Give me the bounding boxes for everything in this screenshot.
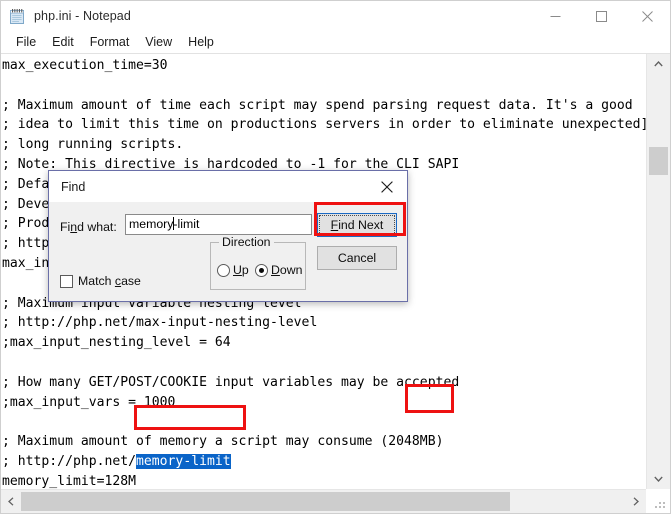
maximize-icon[interactable] <box>578 1 624 31</box>
chevron-left-icon[interactable] <box>1 490 21 513</box>
find-dialog-title: Find <box>61 179 86 194</box>
horizontal-scrollbar-thumb[interactable] <box>21 492 510 511</box>
find-dialog-body: Find what: memory-limit Find Next Cancel… <box>49 202 407 301</box>
horizontal-scrollbar[interactable] <box>1 489 646 513</box>
direction-groupbox: Direction Up Down <box>210 235 306 290</box>
vertical-scrollbar-thumb[interactable] <box>649 147 668 175</box>
chevron-right-icon[interactable] <box>626 490 646 513</box>
selection-prefix: ; http://php.net/ <box>2 453 137 469</box>
find-next-button[interactable]: Find Next <box>317 213 397 237</box>
title-bar: php.ini - Notepad <box>1 1 670 31</box>
menu-item-file[interactable]: File <box>8 33 44 51</box>
direction-down-label: Down <box>271 263 303 277</box>
code-line: ; How many GET/POST/COOKIE input variabl… <box>2 374 460 390</box>
focus-ring <box>319 215 395 235</box>
find-what-value-after-caret: -limit <box>173 217 200 231</box>
code-line: max_execution_time=30 <box>2 58 168 73</box>
code-line: ; Maximum amount of memory a script may … <box>2 434 444 450</box>
window-title: php.ini - Notepad <box>34 9 131 23</box>
notepad-window: php.ini - Notepad File Edit Format View … <box>0 0 671 514</box>
menu-bar: File Edit Format View Help <box>1 31 670 53</box>
close-icon[interactable] <box>367 172 407 202</box>
code-line: memory_limit=128M <box>2 473 137 489</box>
cancel-button[interactable]: Cancel <box>317 246 397 270</box>
code-line: ;max_input_vars = 1000 <box>2 394 176 410</box>
search-match-highlight: memory-limit <box>136 453 231 469</box>
match-case-label: Match case <box>78 274 141 288</box>
menu-item-help[interactable]: Help <box>180 33 222 51</box>
radio-circle-up-icon <box>217 263 230 277</box>
code-line: ; http://php.net/max-input-nesting-level <box>2 315 318 331</box>
code-line: ; long running scripts. <box>2 137 184 153</box>
find-what-label: Find what: <box>60 220 117 234</box>
find-dialog: Find Find what: memory-limit Find Next C… <box>48 170 408 302</box>
match-case-checkbox[interactable]: Match case <box>60 274 141 288</box>
chevron-down-icon[interactable] <box>647 469 670 489</box>
find-what-input[interactable]: memory-limit <box>125 214 312 235</box>
menu-item-view[interactable]: View <box>137 33 180 51</box>
direction-up-label: Up <box>233 263 249 277</box>
menu-item-format[interactable]: Format <box>82 33 138 51</box>
menu-item-edit[interactable]: Edit <box>44 33 82 51</box>
code-line: ;max_input_nesting_level = 64 <box>2 335 231 351</box>
code-line: ; Maximum amount of time each script may… <box>2 97 633 113</box>
direction-up-radio[interactable]: Up <box>217 263 249 277</box>
notepad-icon <box>9 8 26 25</box>
direction-legend: Direction <box>219 235 274 249</box>
resize-grip[interactable] <box>646 489 670 513</box>
close-icon[interactable] <box>624 1 670 31</box>
radio-circle-down-icon <box>255 263 268 277</box>
code-line: ; idea to limit this time on productions… <box>2 117 646 133</box>
find-dialog-titlebar: Find <box>49 171 407 202</box>
window-controls <box>532 1 670 31</box>
code-line-selected: ; http://php.net/memory-limit <box>2 452 646 472</box>
direction-down-radio[interactable]: Down <box>255 263 302 277</box>
minimize-icon[interactable] <box>532 1 578 31</box>
vertical-scrollbar[interactable] <box>646 54 670 489</box>
checkbox-icon <box>60 274 73 288</box>
find-what-value-before-caret: memory <box>129 217 174 231</box>
chevron-up-icon[interactable] <box>647 54 670 74</box>
cancel-label: Cancel <box>337 251 377 265</box>
